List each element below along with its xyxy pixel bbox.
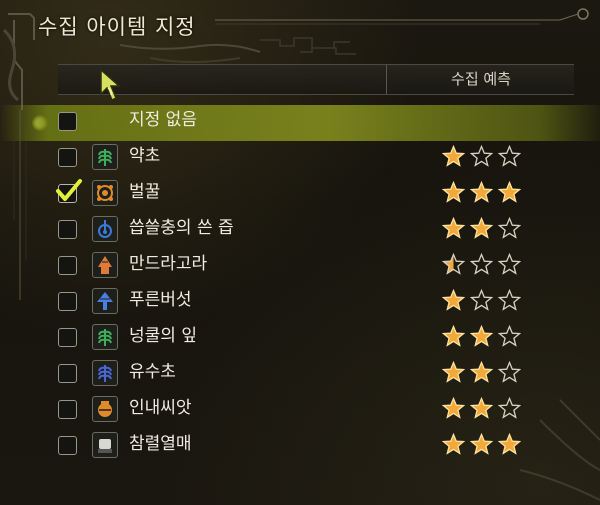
star-empty-icon	[470, 253, 493, 275]
star-filled-icon	[498, 181, 521, 203]
star-empty-icon	[498, 217, 521, 239]
mandragora-icon	[92, 252, 118, 278]
list-item[interactable]: 만드라고라	[0, 249, 600, 285]
list-item[interactable]: 푸른버섯	[0, 285, 600, 321]
list-item[interactable]: 약초	[0, 141, 600, 177]
item-label: 푸른버섯	[129, 290, 192, 310]
star-filled-icon	[442, 361, 465, 383]
star-filled-icon	[442, 289, 465, 311]
forecast-rating	[442, 397, 522, 421]
blue-mushroom-icon	[92, 288, 118, 314]
list-item[interactable]: 씁쓸충의 쓴 즙	[0, 213, 600, 249]
star-empty-icon	[498, 361, 521, 383]
star-empty-icon	[498, 325, 521, 347]
forecast-rating	[442, 289, 522, 313]
forecast-rating	[442, 145, 522, 169]
list-item[interactable]: 넝쿨의 잎	[0, 321, 600, 357]
list-item[interactable]: 벌꿀	[0, 177, 600, 213]
item-checkbox[interactable]	[58, 436, 77, 455]
star-filled-icon	[470, 361, 493, 383]
star-filled-icon	[442, 145, 465, 167]
star-filled-icon	[498, 433, 521, 455]
gather-item-panel: 수집 아이템 지정 수집 예측 지정 없음약초벌꿀씁쓸충의 쓴 즙만드라고라푸른…	[0, 0, 600, 505]
star-empty-icon	[498, 253, 521, 275]
item-checkbox[interactable]	[58, 256, 77, 275]
column-header: 수집 예측	[58, 64, 574, 95]
panel-title: 수집 아이템 지정	[38, 15, 196, 39]
star-filled-icon	[470, 397, 493, 419]
item-label: 넝쿨의 잎	[129, 326, 197, 346]
item-checkbox[interactable]	[58, 364, 77, 383]
forecast-rating	[442, 217, 522, 241]
stream-grass-icon	[92, 360, 118, 386]
cursor-pointer-icon	[100, 68, 121, 102]
star-empty-icon	[498, 289, 521, 311]
list-item[interactable]: 참렬열매	[0, 429, 600, 465]
item-label: 참렬열매	[129, 434, 192, 454]
forecast-rating	[442, 433, 522, 457]
star-filled-icon	[470, 217, 493, 239]
item-label: 벌꿀	[129, 182, 161, 202]
item-checkbox[interactable]	[58, 292, 77, 311]
ivy-icon	[92, 324, 118, 350]
item-checkbox[interactable]	[58, 328, 77, 347]
star-empty-icon	[498, 397, 521, 419]
forecast-rating	[442, 325, 522, 349]
forecast-rating	[442, 361, 522, 385]
star-filled-icon	[442, 181, 465, 203]
item-label: 씁쓸충의 쓴 즙	[129, 218, 234, 238]
star-empty-icon	[470, 289, 493, 311]
list-item-selected[interactable]: 지정 없음	[0, 105, 600, 141]
header-divider	[386, 65, 387, 94]
item-label: 지정 없음	[129, 110, 197, 130]
item-checkbox[interactable]	[58, 400, 77, 419]
item-checkbox[interactable]	[58, 112, 77, 131]
star-filled-icon	[442, 217, 465, 239]
star-filled-icon	[470, 181, 493, 203]
item-label: 만드라고라	[129, 254, 208, 274]
nut-icon	[92, 432, 118, 458]
star-half-icon	[442, 253, 465, 275]
list-item[interactable]: 인내씨앗	[0, 393, 600, 429]
star-filled-icon	[470, 433, 493, 455]
star-filled-icon	[470, 325, 493, 347]
item-checkbox[interactable]	[58, 148, 77, 167]
honey-icon	[92, 180, 118, 206]
item-checkbox[interactable]	[56, 179, 82, 203]
list-item[interactable]: 유수초	[0, 357, 600, 393]
star-empty-icon	[498, 145, 521, 167]
item-label: 유수초	[129, 362, 176, 382]
item-checkbox[interactable]	[58, 220, 77, 239]
seed-icon	[92, 396, 118, 422]
item-label: 약초	[129, 146, 161, 166]
checkmark-icon	[56, 179, 82, 201]
item-label: 인내씨앗	[129, 398, 192, 418]
forecast-rating	[442, 181, 522, 205]
star-filled-icon	[442, 433, 465, 455]
forecast-column-label: 수집 예측	[451, 70, 511, 88]
bitterbug-icon	[92, 216, 118, 242]
herb-icon	[92, 144, 118, 170]
star-filled-icon	[442, 325, 465, 347]
star-filled-icon	[442, 397, 465, 419]
forecast-rating	[442, 253, 522, 277]
star-empty-icon	[470, 145, 493, 167]
